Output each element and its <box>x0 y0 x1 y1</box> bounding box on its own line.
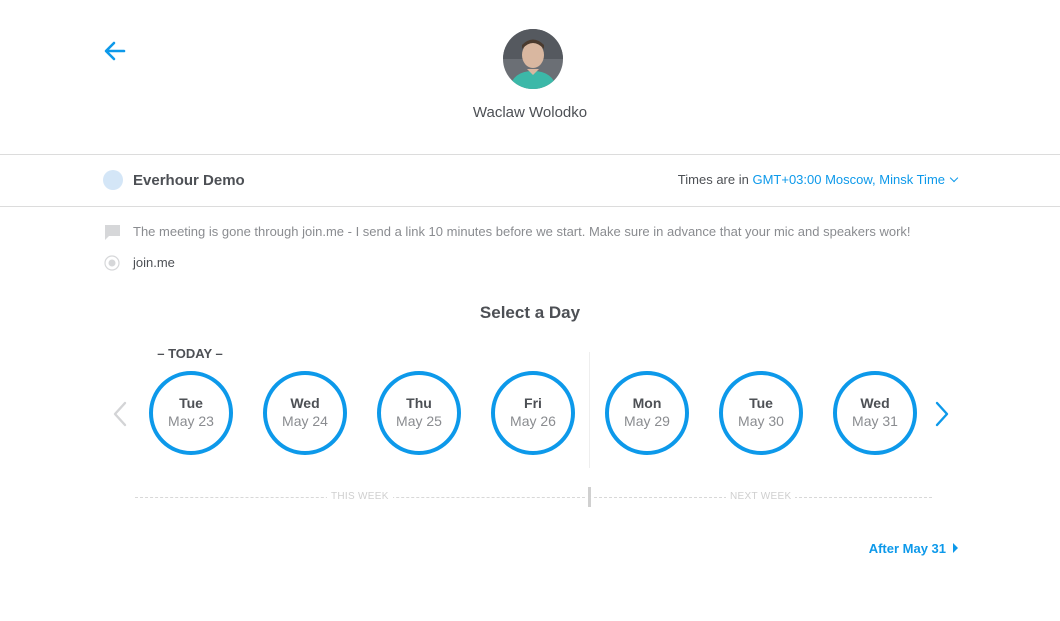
day-date: May 24 <box>282 413 328 429</box>
prev-week-button[interactable] <box>110 400 130 428</box>
day-weekday: Wed <box>290 395 320 411</box>
timezone-prefix: Times are in <box>677 172 749 187</box>
next-week-button[interactable] <box>932 400 952 428</box>
chevron-left-icon <box>113 401 127 427</box>
day-weekday: Fri <box>524 395 542 411</box>
day-button-may-23[interactable]: Tue May 23 <box>149 371 233 455</box>
divider-top <box>0 154 1060 155</box>
avatar <box>503 29 563 89</box>
week-separator <box>589 352 590 468</box>
week-boundary-marker <box>588 487 591 507</box>
triangle-right-icon <box>953 543 958 553</box>
day-date: May 23 <box>168 413 214 429</box>
event-description: The meeting is gone through join.me - I … <box>133 224 911 239</box>
day-date: May 30 <box>738 413 784 429</box>
comment-icon <box>104 224 121 241</box>
day-button-may-26[interactable]: Fri May 26 <box>491 371 575 455</box>
this-week-label: THIS WEEK <box>327 491 393 502</box>
day-button-may-31[interactable]: Wed May 31 <box>833 371 917 455</box>
today-label: – TODAY – <box>157 346 223 361</box>
day-weekday: Mon <box>632 395 662 411</box>
chevron-right-icon <box>935 401 949 427</box>
divider-mid <box>0 206 1060 207</box>
day-button-may-25[interactable]: Thu May 25 <box>377 371 461 455</box>
event-name: Everhour Demo <box>133 172 245 189</box>
back-arrow-icon <box>104 41 126 61</box>
day-date: May 31 <box>852 413 898 429</box>
back-button[interactable] <box>102 38 128 64</box>
day-weekday: Wed <box>860 395 890 411</box>
timezone-value[interactable]: GMT+03:00 Moscow, Minsk Time <box>752 172 945 187</box>
next-week-label: NEXT WEEK <box>726 491 796 502</box>
after-date-link[interactable]: After May 31 <box>869 541 958 556</box>
day-weekday: Tue <box>749 395 773 411</box>
day-weekday: Tue <box>179 395 203 411</box>
location-radio-icon <box>104 255 120 271</box>
day-date: May 29 <box>624 413 670 429</box>
day-button-may-24[interactable]: Wed May 24 <box>263 371 347 455</box>
host-name: Waclaw Wolodko <box>472 104 588 121</box>
chevron-down-icon <box>949 173 959 183</box>
event-location: join.me <box>133 255 175 270</box>
day-date: May 26 <box>510 413 556 429</box>
timezone-selector[interactable]: Times are in GMT+03:00 Moscow, Minsk Tim… <box>677 172 959 187</box>
select-day-title: Select a Day <box>479 303 581 322</box>
after-date-label: After May 31 <box>868 541 946 556</box>
day-button-may-30[interactable]: Tue May 30 <box>719 371 803 455</box>
day-weekday: Thu <box>406 395 432 411</box>
event-color-dot <box>103 170 123 190</box>
day-button-may-29[interactable]: Mon May 29 <box>605 371 689 455</box>
day-date: May 25 <box>396 413 442 429</box>
